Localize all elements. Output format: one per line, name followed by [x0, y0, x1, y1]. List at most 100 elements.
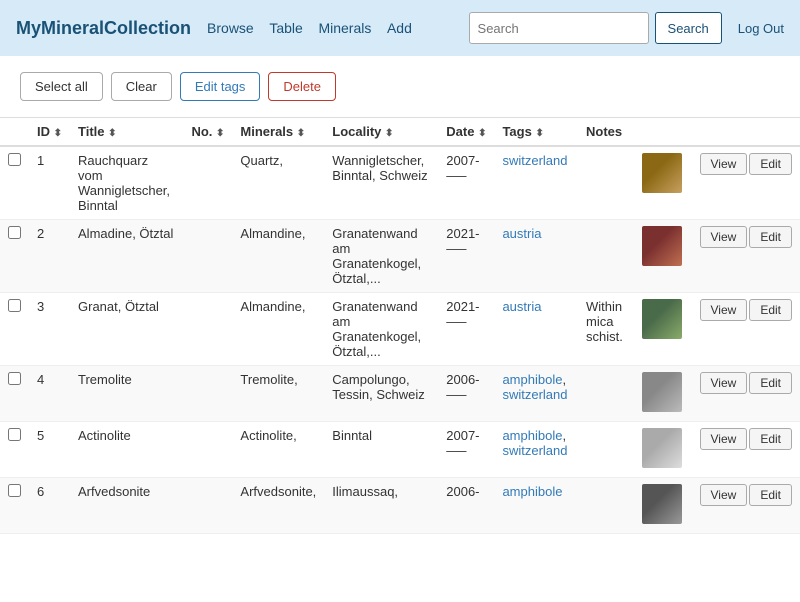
row-checkbox[interactable]	[8, 226, 21, 239]
header-notes: Notes	[578, 118, 634, 147]
tag-link[interactable]: switzerland	[502, 153, 567, 168]
view-button[interactable]: View	[700, 299, 748, 321]
delete-button[interactable]: Delete	[268, 72, 336, 101]
edit-button[interactable]: Edit	[749, 372, 792, 394]
header-title[interactable]: Title ⬍	[70, 118, 183, 147]
search-form: Search	[469, 12, 722, 44]
cell-id: 2	[29, 220, 70, 293]
view-button[interactable]: View	[700, 428, 748, 450]
cell-tags: austria	[494, 220, 578, 293]
cell-notes	[578, 146, 634, 220]
nav-add[interactable]: Add	[387, 20, 412, 36]
cell-minerals: Almandine,	[232, 220, 324, 293]
row-checkbox[interactable]	[8, 428, 21, 441]
mineral-thumbnail	[642, 484, 682, 524]
cell-minerals: Actinolite,	[232, 422, 324, 478]
mineral-thumbnail	[642, 299, 682, 339]
table-row: 5ActinoliteActinolite,Binntal2007- –—amp…	[0, 422, 800, 478]
edit-button[interactable]: Edit	[749, 428, 792, 450]
cell-image	[634, 366, 690, 422]
cell-minerals: Almandine,	[232, 293, 324, 366]
cell-title: Actinolite	[70, 422, 183, 478]
row-checkbox[interactable]	[8, 153, 21, 166]
cell-no	[183, 220, 232, 293]
tag-link[interactable]: amphibole	[502, 484, 562, 499]
cell-image	[634, 478, 690, 534]
cell-no	[183, 146, 232, 220]
cell-title: Almadine, Ötztal	[70, 220, 183, 293]
nav-table[interactable]: Table	[269, 20, 302, 36]
cell-id: 3	[29, 293, 70, 366]
table-row: 6ArfvedsoniteArfvedsonite,Ilimaussaq,200…	[0, 478, 800, 534]
tag-link[interactable]: amphibole	[502, 372, 562, 387]
edit-tags-button[interactable]: Edit tags	[180, 72, 261, 101]
cell-title: Arfvedsonite	[70, 478, 183, 534]
view-button[interactable]: View	[700, 484, 748, 506]
mineral-thumbnail	[642, 226, 682, 266]
edit-button[interactable]: Edit	[749, 226, 792, 248]
tag-link[interactable]: austria	[502, 226, 541, 241]
clear-button[interactable]: Clear	[111, 72, 172, 101]
select-all-button[interactable]: Select all	[20, 72, 103, 101]
search-input[interactable]	[469, 12, 649, 44]
header-date[interactable]: Date ⬍	[438, 118, 494, 147]
mineral-thumbnail	[642, 372, 682, 412]
header-minerals[interactable]: Minerals ⬍	[232, 118, 324, 147]
cell-date: 2007- –—	[438, 146, 494, 220]
cell-actions: ViewEdit	[690, 220, 800, 293]
tag-link[interactable]: amphibole	[502, 428, 562, 443]
cell-tags: switzerland	[494, 146, 578, 220]
cell-id: 5	[29, 422, 70, 478]
cell-title: Rauchquarz vom Wannigletscher, Binntal	[70, 146, 183, 220]
view-button[interactable]: View	[700, 226, 748, 248]
tag-link[interactable]: switzerland	[502, 387, 567, 402]
header-tags[interactable]: Tags ⬍	[494, 118, 578, 147]
cell-image	[634, 220, 690, 293]
view-button[interactable]: View	[700, 153, 748, 175]
cell-actions: ViewEdit	[690, 478, 800, 534]
table-row: 3Granat, ÖtztalAlmandine,Granatenwand am…	[0, 293, 800, 366]
cell-minerals: Tremolite,	[232, 366, 324, 422]
logout-link[interactable]: Log Out	[738, 21, 784, 36]
brand-link[interactable]: MyMineralCollection	[16, 18, 191, 39]
cell-tags: amphibole, switzerland	[494, 422, 578, 478]
row-checkbox[interactable]	[8, 484, 21, 497]
cell-tags: amphibole, switzerland	[494, 366, 578, 422]
tag-link[interactable]: switzerland	[502, 443, 567, 458]
cell-date: 2021- –—	[438, 293, 494, 366]
header-image	[634, 118, 690, 147]
cell-id: 1	[29, 146, 70, 220]
cell-image	[634, 422, 690, 478]
row-checkbox[interactable]	[8, 372, 21, 385]
cell-locality: Binntal	[324, 422, 438, 478]
edit-button[interactable]: Edit	[749, 153, 792, 175]
edit-button[interactable]: Edit	[749, 484, 792, 506]
header-no[interactable]: No. ⬍	[183, 118, 232, 147]
table-header-row: ID ⬍ Title ⬍ No. ⬍ Minerals ⬍ Locality ⬍…	[0, 118, 800, 147]
mineral-thumbnail	[642, 153, 682, 193]
header-locality[interactable]: Locality ⬍	[324, 118, 438, 147]
edit-button[interactable]: Edit	[749, 299, 792, 321]
cell-no	[183, 478, 232, 534]
cell-locality: Granatenwand am Granatenkogel, Ötztal,..…	[324, 220, 438, 293]
row-checkbox[interactable]	[8, 299, 21, 312]
cell-id: 6	[29, 478, 70, 534]
cell-no	[183, 293, 232, 366]
cell-id: 4	[29, 366, 70, 422]
nav-browse[interactable]: Browse	[207, 20, 254, 36]
cell-locality: Wannigletscher, Binntal, Schweiz	[324, 146, 438, 220]
cell-date: 2021- –—	[438, 220, 494, 293]
nav-minerals[interactable]: Minerals	[318, 20, 371, 36]
cell-no	[183, 422, 232, 478]
main-nav: Browse Table Minerals Add	[207, 20, 424, 36]
header-id[interactable]: ID ⬍	[29, 118, 70, 147]
cell-image	[634, 293, 690, 366]
view-button[interactable]: View	[700, 372, 748, 394]
search-button[interactable]: Search	[655, 12, 722, 44]
cell-tags: amphibole	[494, 478, 578, 534]
cell-image	[634, 146, 690, 220]
cell-title: Granat, Ötztal	[70, 293, 183, 366]
cell-notes	[578, 478, 634, 534]
tag-link[interactable]: austria	[502, 299, 541, 314]
table-row: 4TremoliteTremolite,Campolungo, Tessin, …	[0, 366, 800, 422]
